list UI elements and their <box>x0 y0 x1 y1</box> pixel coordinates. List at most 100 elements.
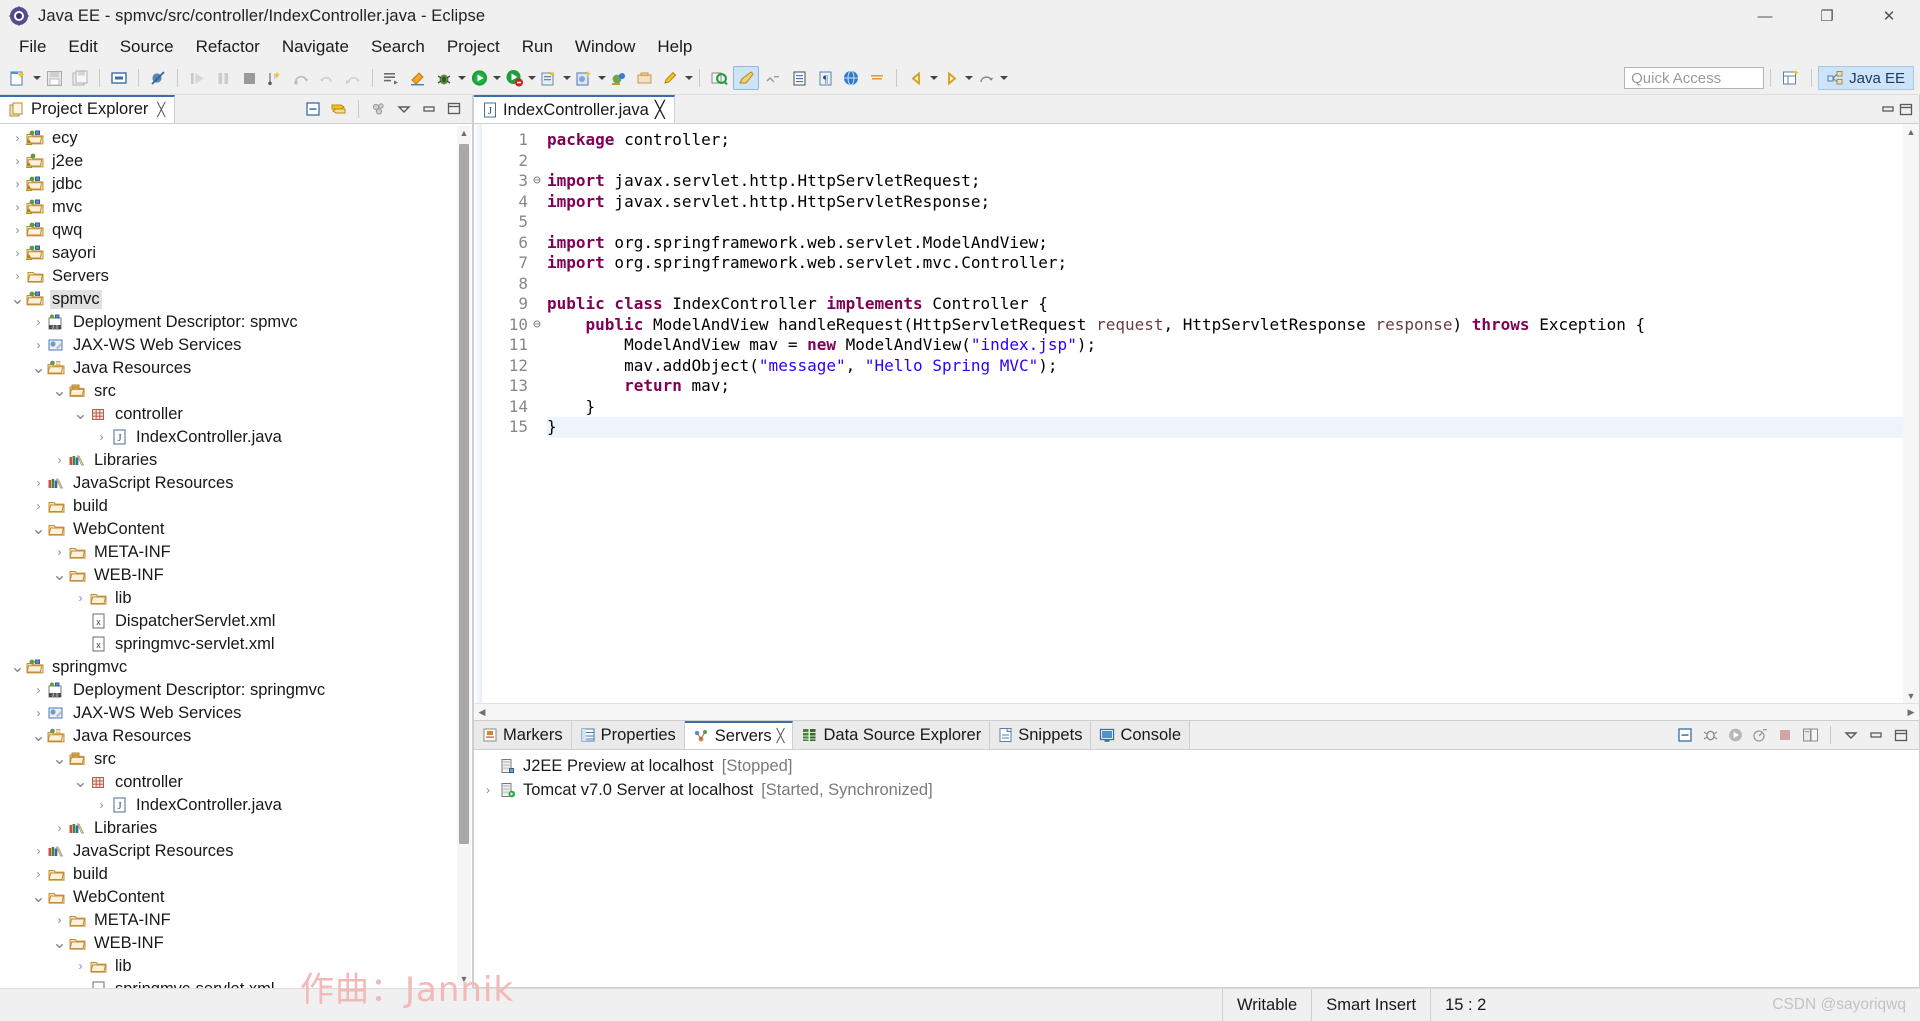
maximize-button[interactable]: ❐ <box>1796 0 1858 32</box>
debug-server-icon[interactable] <box>1699 725 1721 745</box>
chevron-down-icon[interactable]: ⌄ <box>52 566 67 583</box>
tree-item-webcontent[interactable]: ⌄ WebContent <box>0 886 472 909</box>
back-caret[interactable] <box>929 68 938 88</box>
close-icon[interactable]: ╳ <box>157 102 165 118</box>
chevron-right-icon[interactable]: › <box>52 821 67 835</box>
debug-caret[interactable] <box>457 68 466 88</box>
tree-item-libraries[interactable]: › Libraries <box>0 817 472 840</box>
code-line[interactable]: package controller; <box>547 130 1919 151</box>
scroll-up-arrow[interactable]: ▲ <box>1903 124 1919 139</box>
tree-item-meta-inf[interactable]: › META-INF <box>0 909 472 932</box>
tab-markers[interactable]: Markers <box>474 721 572 749</box>
web-browser-icon[interactable] <box>839 67 863 89</box>
tree-item-controller[interactable]: ⌄ controller <box>0 771 472 794</box>
project-tree-scrollbar[interactable]: ▲ ▼ <box>457 125 471 986</box>
editor-maximize-icon[interactable] <box>1899 103 1913 116</box>
chevron-right-icon[interactable]: › <box>52 453 67 467</box>
new-folder-icon[interactable] <box>633 67 657 89</box>
source-code-text[interactable]: package controller; import javax.servlet… <box>547 124 1919 703</box>
chevron-right-icon[interactable]: › <box>31 315 46 329</box>
code-line[interactable]: public ModelAndView handleRequest(HttpSe… <box>547 315 1919 336</box>
chevron-right-icon[interactable]: › <box>73 959 88 973</box>
pin-editor-icon[interactable] <box>865 67 889 89</box>
scroll-right-arrow[interactable]: ▶ <box>1903 707 1919 718</box>
chevron-down-icon[interactable]: ⌄ <box>31 888 46 905</box>
open-perspective-icon[interactable] <box>1777 66 1805 90</box>
chevron-right-icon[interactable]: › <box>94 430 109 444</box>
tree-item-build[interactable]: › build <box>0 863 472 886</box>
run-caret[interactable] <box>492 68 501 88</box>
minimize-icon[interactable] <box>1865 725 1887 745</box>
scroll-thumb[interactable] <box>459 143 469 844</box>
new-java-package-icon[interactable] <box>572 67 596 89</box>
tree-item-sayori[interactable]: › sayori <box>0 242 472 265</box>
tree-item-jdbc[interactable]: › jdbc <box>0 173 472 196</box>
toggle-mark-icon[interactable] <box>974 67 998 89</box>
code-line[interactable]: import org.springframework.web.servlet.M… <box>547 233 1919 254</box>
code-line[interactable]: } <box>547 397 1919 418</box>
tree-item-springmvc-servlet-xml[interactable]: x springmvc-servlet.xml <box>0 633 472 656</box>
code-editor[interactable]: 1 2 3 4 5 6 7 8 9 10 11 12 13 14 15 ⊖ ⊖ package control… <box>474 124 1919 703</box>
tree-item-springmvc[interactable]: ⌄ springmvc <box>0 656 472 679</box>
chevron-right-icon[interactable]: › <box>31 499 46 513</box>
scroll-down-arrow[interactable]: ▼ <box>457 972 471 986</box>
chevron-down-icon[interactable]: ⌄ <box>10 290 25 307</box>
tree-item-ecy[interactable]: › ecy <box>0 127 472 150</box>
search-icon[interactable] <box>707 67 731 89</box>
annotation-caret[interactable] <box>684 68 693 88</box>
chevron-down-icon[interactable]: ⌄ <box>73 773 88 790</box>
print-icon[interactable] <box>107 67 131 89</box>
menu-help[interactable]: Help <box>646 34 703 60</box>
resume-icon[interactable] <box>185 67 209 89</box>
view-dropdown-icon[interactable] <box>393 99 415 119</box>
tree-item-lib[interactable]: › lib <box>0 587 472 610</box>
tree-item-j2ee[interactable]: › j2ee <box>0 150 472 173</box>
tree-item-build[interactable]: › build <box>0 495 472 518</box>
chevron-down-icon[interactable]: ⌄ <box>31 727 46 744</box>
fold-toggle-icon[interactable]: ⊖ <box>533 171 547 192</box>
chevron-down-icon[interactable]: ⌄ <box>52 750 67 767</box>
java-package-caret[interactable] <box>597 68 606 88</box>
code-line[interactable]: import org.springframework.web.servlet.m… <box>547 253 1919 274</box>
save-icon[interactable] <box>42 67 66 89</box>
chevron-down-icon[interactable]: ⌄ <box>31 520 46 537</box>
start-server-icon[interactable] <box>1724 725 1746 745</box>
tree-item-dispatcherservlet-xml[interactable]: x DispatcherServlet.xml <box>0 610 472 633</box>
tree-item-deployment-descriptor-spmvc[interactable]: › 3.0 Deployment Descriptor: spmvc <box>0 311 472 334</box>
menu-file[interactable]: File <box>8 34 57 60</box>
code-line[interactable]: ModelAndView mav = new ModelAndView("ind… <box>547 335 1919 356</box>
scroll-down-arrow[interactable]: ▼ <box>1903 688 1919 703</box>
chevron-down-icon[interactable]: ⌄ <box>10 658 25 675</box>
chevron-right-icon[interactable]: › <box>73 591 88 605</box>
menu-search[interactable]: Search <box>360 34 436 60</box>
editor-horizontal-scrollbar[interactable]: ◀ ▶ <box>474 703 1919 720</box>
maximize-icon[interactable] <box>443 99 465 119</box>
coverage-caret[interactable] <box>562 68 571 88</box>
collapse-all-icon[interactable] <box>302 99 324 119</box>
link-with-editor-icon[interactable] <box>327 99 349 119</box>
minimize-icon[interactable] <box>418 99 440 119</box>
minimize-button[interactable]: — <box>1734 0 1796 32</box>
save-all-icon[interactable] <box>68 67 92 89</box>
open-type-icon[interactable] <box>380 67 404 89</box>
open-task-icon[interactable] <box>406 67 430 89</box>
tree-item-jax-ws-web-services[interactable]: › JAX-WS Web Services <box>0 334 472 357</box>
tree-item-javascript-resources[interactable]: › JavaScript Resources <box>0 840 472 863</box>
chevron-right-icon[interactable]: › <box>10 200 25 214</box>
next-annotation-icon[interactable] <box>761 67 785 89</box>
tree-item-javascript-resources[interactable]: › JavaScript Resources <box>0 472 472 495</box>
collapse-all-icon[interactable] <box>1674 725 1696 745</box>
tree-item-webcontent[interactable]: ⌄ WebContent <box>0 518 472 541</box>
tree-item-indexcontroller-java[interactable]: › J IndexController.java <box>0 426 472 449</box>
chevron-down-icon[interactable]: ⌄ <box>52 382 67 399</box>
chevron-right-icon[interactable]: › <box>10 269 25 283</box>
forward-caret[interactable] <box>964 68 973 88</box>
code-line[interactable] <box>547 151 1919 172</box>
back-icon[interactable] <box>904 67 928 89</box>
document-icon[interactable] <box>787 67 811 89</box>
menu-run[interactable]: Run <box>511 34 564 60</box>
chevron-right-icon[interactable]: › <box>10 154 25 168</box>
run-icon[interactable] <box>467 67 491 89</box>
tab-properties[interactable]: Properties <box>571 721 685 749</box>
tree-item-src[interactable]: ⌄ src <box>0 380 472 403</box>
